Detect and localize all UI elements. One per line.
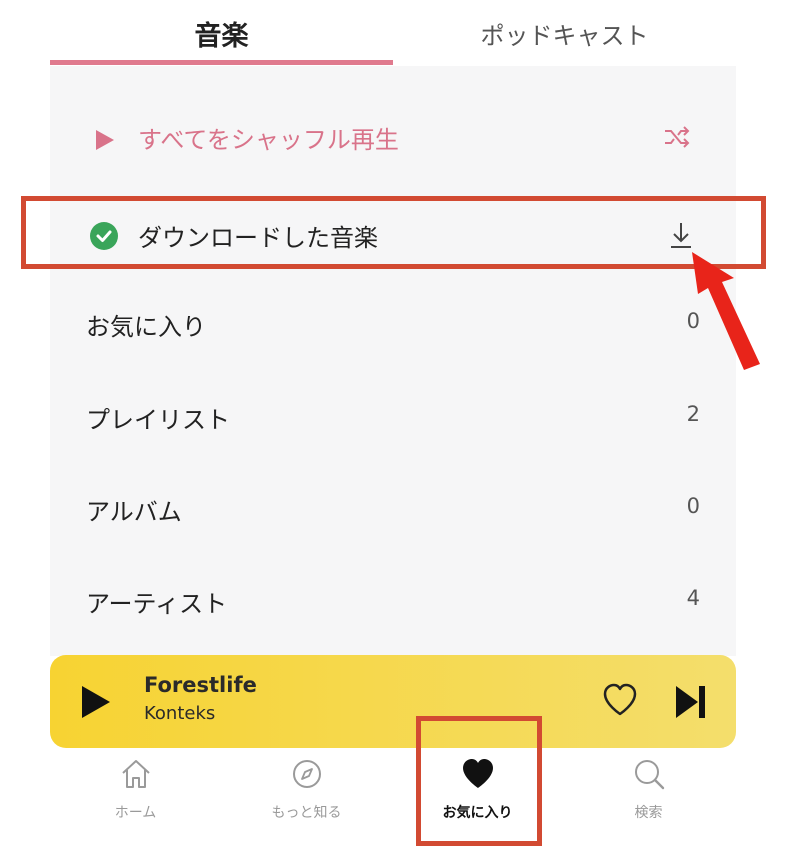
highlight-box-favorites: [416, 716, 542, 846]
nav-label-home: ホーム: [114, 805, 157, 821]
nav-label-search: 検索: [634, 805, 663, 821]
red-arrow-annotation: [692, 252, 760, 370]
shuffle-all-label: すべてをシャッフル再生: [138, 126, 399, 154]
list-item-artists[interactable]: アーティスト 4: [50, 568, 736, 632]
track-title: Forestlife: [144, 673, 257, 697]
list-item-label: プレイリスト: [86, 406, 230, 434]
active-tab-indicator: [50, 60, 393, 65]
shuffle-all-row[interactable]: すべてをシャッフル再生: [50, 106, 736, 170]
highlight-box-downloaded: [21, 196, 766, 269]
mini-player[interactable]: Forestlife Konteks: [50, 655, 736, 748]
list-item-albums[interactable]: アルバム 0: [50, 476, 736, 540]
list-item-label: アーティスト: [86, 590, 228, 618]
play-icon[interactable]: [80, 685, 112, 719]
nav-item-search[interactable]: 検索: [563, 748, 734, 859]
nav-item-discover[interactable]: もっと知る: [221, 748, 392, 859]
list-item-count: 4: [686, 586, 700, 610]
shuffle-icon[interactable]: [662, 124, 692, 150]
bottom-nav-bar: ホーム もっと知る お気に入り 検索: [50, 748, 736, 859]
play-triangle-icon: [96, 130, 114, 150]
tab-music[interactable]: 音楽: [50, 0, 393, 66]
top-tab-bar: 音楽 ポッドキャスト: [50, 0, 736, 66]
home-icon: [122, 760, 150, 788]
list-item-playlists[interactable]: プレイリスト 2: [50, 384, 736, 448]
library-panel: すべてをシャッフル再生 ダウンロードした音楽 お気に入り 0 プレイリスト 2 …: [50, 66, 736, 656]
tab-podcast[interactable]: ポッドキャスト: [393, 0, 736, 66]
nav-item-home[interactable]: ホーム: [50, 748, 221, 859]
list-item-label: お気に入り: [86, 313, 206, 341]
list-item-label: アルバム: [86, 498, 182, 526]
heart-outline-icon[interactable]: [602, 683, 638, 717]
skip-next-icon[interactable]: [674, 684, 708, 720]
list-item-favorites[interactable]: お気に入り 0: [50, 291, 736, 355]
compass-icon: [293, 760, 321, 788]
nav-label-discover: もっと知る: [271, 805, 342, 821]
list-item-count: 2: [686, 402, 700, 426]
track-artist: Konteks: [144, 703, 216, 724]
search-icon: [635, 760, 665, 790]
list-item-count: 0: [686, 494, 700, 518]
